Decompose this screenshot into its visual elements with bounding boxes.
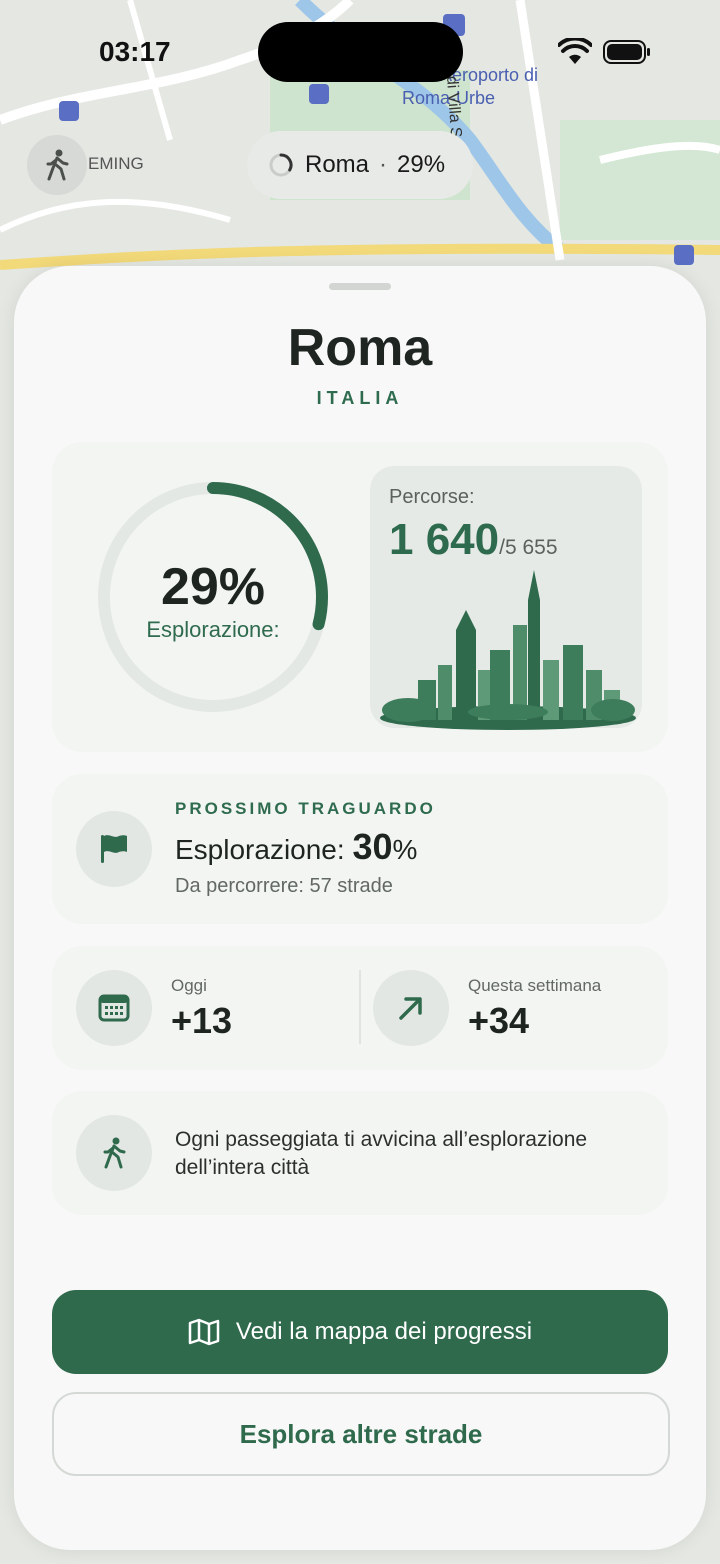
- pill-separator: ·: [379, 151, 388, 178]
- today-label: Oggi: [171, 976, 207, 995]
- dynamic-island: [258, 22, 463, 82]
- view-progress-map-button[interactable]: Vedi la mappa dei progressi: [52, 1290, 668, 1374]
- status-time: 03:17: [99, 36, 171, 67]
- wifi-icon: [558, 38, 592, 64]
- streets-total: /5 655: [499, 536, 558, 559]
- city-title: Roma: [287, 319, 433, 377]
- milestone-unit: %: [392, 834, 418, 865]
- stats-divider: [359, 970, 361, 1044]
- explore-more-streets-button[interactable]: Esplora altre strade: [52, 1392, 670, 1476]
- flag-icon: [101, 835, 127, 863]
- walking-person-icon: [46, 149, 69, 181]
- battery-icon: [603, 40, 650, 64]
- milestone-title-text: Esplorazione:: [175, 834, 353, 865]
- city-skyline-illustration: [380, 570, 636, 730]
- milestone-overline: PROSSIMO TRAGUARDO: [175, 799, 436, 818]
- sheet-grabber[interactable]: [329, 283, 391, 290]
- streets-label: Percorse:: [389, 486, 475, 508]
- progress-spinner-icon: [269, 153, 293, 177]
- week-value: +34: [468, 1000, 530, 1041]
- country-label: ITALIA: [316, 388, 404, 408]
- milestone-value: 30: [352, 826, 393, 867]
- milestone-icon-circle: [76, 811, 152, 887]
- streets-value: 1 640/5 655: [389, 515, 558, 565]
- walking-person-icon: [103, 1137, 126, 1169]
- arrow-up-right-icon: [399, 997, 422, 1020]
- progress-percent: 29%: [160, 558, 266, 616]
- streets-done: 1 640: [389, 515, 500, 564]
- progress-label: Esplorazione:: [146, 617, 280, 642]
- tip-text: Ogni passeggiata ti avvicina all’esplora…: [175, 1128, 588, 1179]
- city-progress-pill[interactable]: Roma · 29%: [247, 131, 473, 199]
- milestone-subtitle: Da percorrere: 57 strade: [175, 875, 393, 897]
- tip-icon-circle: [76, 1115, 152, 1191]
- milestone-title: Esplorazione: 30%: [175, 826, 417, 868]
- week-icon-circle: [373, 970, 449, 1046]
- today-value: +13: [171, 1000, 233, 1041]
- today-icon-circle: [76, 970, 152, 1046]
- pill-percent: 29%: [397, 151, 446, 178]
- week-label: Questa settimana: [468, 976, 602, 995]
- view-progress-map-label: Vedi la mappa dei progressi: [235, 1318, 533, 1345]
- calendar-icon: [98, 994, 130, 1022]
- walk-mode-button[interactable]: [27, 135, 87, 195]
- pill-city-name: Roma: [305, 151, 370, 178]
- map-icon: [188, 1318, 220, 1346]
- map-label-district: EMING: [88, 154, 144, 173]
- explore-more-streets-label: Esplora altre strade: [239, 1418, 483, 1449]
